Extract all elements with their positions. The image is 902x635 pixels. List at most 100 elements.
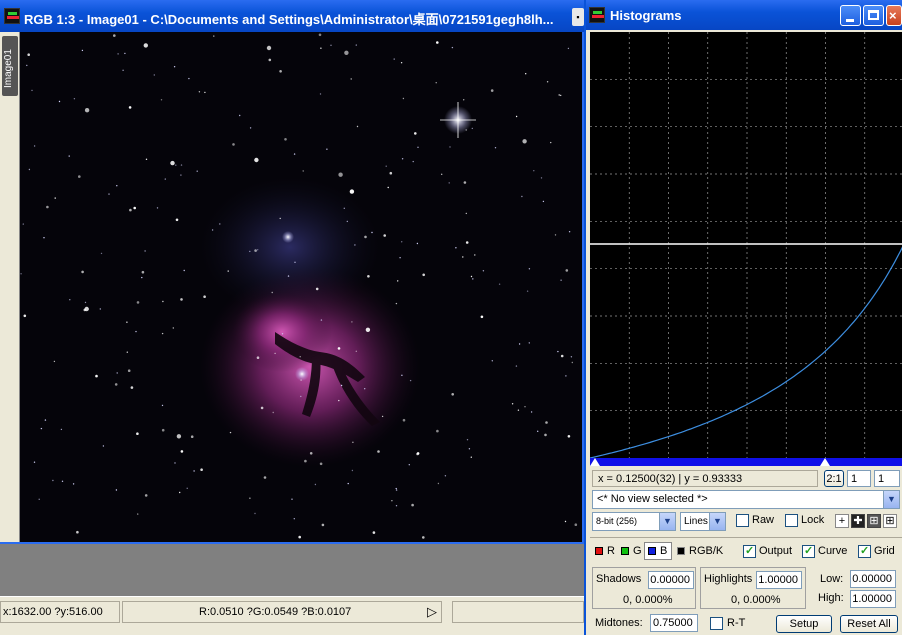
- star: [542, 200, 545, 203]
- star: [23, 314, 27, 318]
- channel-rgbk-button[interactable]: RGB/K: [674, 542, 740, 560]
- star: [68, 155, 70, 157]
- star: [43, 237, 45, 239]
- image-canvas[interactable]: [20, 32, 582, 542]
- star: [343, 207, 345, 209]
- view-tab[interactable]: Image01: [2, 36, 18, 96]
- high-input[interactable]: 1.00000: [850, 590, 896, 608]
- bit-depth-select[interactable]: 8-bit (256) ▼: [592, 512, 676, 531]
- histogram-plot[interactable]: [590, 32, 902, 458]
- close-button[interactable]: ×: [886, 5, 902, 26]
- image-window-titlebar[interactable]: RGB 1:3 - Image01 - C:\Documents and Set…: [0, 0, 584, 32]
- star: [28, 168, 31, 171]
- low-input[interactable]: 0.00000: [850, 570, 896, 588]
- play-arrow-icon[interactable]: ▷: [427, 604, 437, 620]
- star: [133, 206, 136, 210]
- draw-mode-select[interactable]: Lines ▼: [680, 512, 726, 531]
- star: [444, 475, 447, 477]
- chevron-down-icon[interactable]: ▼: [659, 513, 675, 530]
- star: [422, 273, 426, 277]
- star: [414, 132, 417, 135]
- star: [387, 186, 389, 189]
- star: [153, 74, 155, 76]
- grid-fine-tool-icon[interactable]: ✚: [851, 514, 865, 528]
- output-checkbox[interactable]: [743, 544, 756, 558]
- channel-g-button[interactable]: G: [618, 542, 644, 560]
- ratio-button[interactable]: 2:1: [824, 470, 844, 487]
- maximize-icon: [868, 10, 879, 20]
- star: [411, 503, 414, 507]
- crosshair-tool-icon[interactable]: +: [835, 514, 849, 528]
- channel-rgbk-label: RGB/K: [689, 545, 724, 557]
- expand-tool-icon[interactable]: ⊞: [883, 514, 897, 528]
- star: [463, 99, 465, 101]
- star: [528, 342, 530, 344]
- star: [320, 319, 323, 321]
- reset-all-button[interactable]: Reset All: [840, 615, 898, 633]
- star: [511, 403, 514, 405]
- grid-checkbox[interactable]: [858, 544, 871, 558]
- star: [560, 279, 562, 281]
- star: [550, 141, 552, 144]
- star: [537, 430, 539, 432]
- star: [113, 34, 116, 37]
- midtones-input[interactable]: 0.75000: [650, 614, 698, 632]
- shadow-slider-handle[interactable]: [590, 458, 600, 466]
- star: [319, 93, 322, 95]
- star: [463, 181, 467, 184]
- star: [20, 273, 22, 275]
- star: [256, 356, 260, 360]
- star: [22, 223, 24, 225]
- lock-checkbox[interactable]: [785, 514, 798, 527]
- channel-g-label: G: [633, 545, 642, 557]
- shadows-input[interactable]: 0.00000: [648, 571, 694, 589]
- cursor-readout-field: x = 0.12500(32) | y = 0.93333: [592, 470, 818, 487]
- star: [401, 158, 404, 160]
- view-selector-value: <* No view selected *>: [597, 493, 708, 505]
- star: [567, 435, 571, 438]
- zoom-x-field[interactable]: 1: [847, 470, 871, 487]
- star: [326, 148, 328, 150]
- star: [293, 153, 296, 155]
- setup-button[interactable]: Setup: [776, 615, 832, 633]
- star: [570, 356, 573, 358]
- star: [114, 383, 118, 386]
- histogram-titlebar[interactable]: Histograms ×: [586, 0, 902, 30]
- histogram-title: Histograms: [610, 8, 682, 23]
- view-selector[interactable]: <* No view selected *> ▼: [592, 490, 900, 509]
- star: [143, 43, 148, 48]
- star: [314, 483, 317, 486]
- title-overflow-button[interactable]: ▪: [572, 8, 584, 26]
- star: [465, 241, 469, 244]
- star: [397, 280, 399, 282]
- grid-coarse-tool-icon[interactable]: ⊞: [867, 514, 881, 528]
- star: [530, 411, 533, 413]
- raw-checkbox[interactable]: [736, 514, 749, 527]
- star: [100, 252, 103, 255]
- star: [565, 269, 569, 272]
- zoom-y-field[interactable]: 1: [874, 470, 900, 487]
- star: [175, 218, 179, 222]
- star: [58, 100, 61, 103]
- channel-b-label: B: [660, 545, 668, 557]
- channel-b-button[interactable]: B: [644, 542, 672, 560]
- chevron-down-icon[interactable]: ▼: [709, 513, 725, 530]
- star: [127, 369, 131, 373]
- curve-checkbox[interactable]: [802, 544, 815, 558]
- channel-r-button[interactable]: R: [592, 542, 620, 560]
- image-window-title: RGB 1:3 - Image01 - C:\Documents and Set…: [24, 12, 554, 27]
- star: [441, 173, 443, 175]
- chevron-down-icon[interactable]: ▼: [883, 491, 899, 508]
- star: [126, 351, 128, 353]
- star: [144, 494, 148, 497]
- level-slider-bar[interactable]: [590, 458, 902, 466]
- star: [254, 157, 259, 163]
- star: [33, 145, 36, 147]
- star: [377, 450, 380, 453]
- star: [385, 165, 387, 167]
- rt-checkbox[interactable]: [710, 617, 723, 630]
- highlights-input[interactable]: 1.00000: [756, 571, 802, 589]
- maximize-button[interactable]: [863, 5, 884, 26]
- minimize-button[interactable]: [840, 5, 861, 26]
- midtone-slider-handle[interactable]: [820, 458, 830, 466]
